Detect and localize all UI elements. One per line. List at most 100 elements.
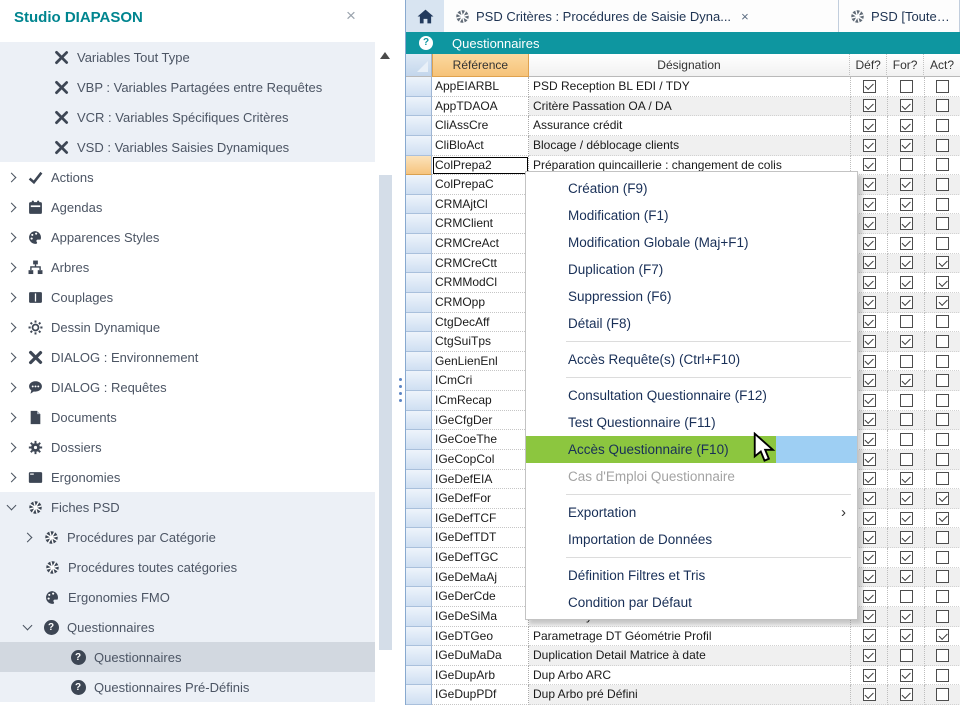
act-checkbox[interactable] [936,374,949,387]
row-selector[interactable] [406,214,432,234]
column-header-for[interactable]: For? [887,54,924,77]
reference-cell[interactable]: CtgSuiTps [432,332,529,352]
for-checkbox[interactable] [900,158,913,171]
def-checkbox[interactable] [863,99,876,112]
context-menu-item[interactable]: Suppression (F6) [526,283,857,310]
for-checkbox[interactable] [900,256,913,269]
row-selector[interactable] [406,587,432,607]
row-selector[interactable] [406,391,432,411]
act-checkbox[interactable] [936,492,949,505]
designation-cell[interactable]: Duplication Detail Matrice à date [529,646,851,666]
reference-cell[interactable]: GenLienEnl [432,352,529,372]
sidebar-item[interactable]: ?Questionnaires [0,612,375,642]
context-menu-item[interactable]: Définition Filtres et Tris [526,562,857,589]
context-menu-item[interactable]: Test Questionnaire (F11) [526,409,857,436]
def-checkbox[interactable] [863,531,876,544]
for-checkbox[interactable] [900,315,913,328]
reference-cell[interactable]: IGeDeSiMa [432,607,529,627]
act-checkbox[interactable] [936,472,949,485]
act-checkbox[interactable] [936,139,949,152]
for-checkbox[interactable] [900,178,913,191]
def-checkbox[interactable] [863,237,876,250]
act-checkbox[interactable] [936,158,949,171]
reference-cell[interactable]: CRMCreCtt [432,254,529,274]
reference-cell[interactable]: IGeDerCde [432,587,529,607]
reference-cell[interactable]: IGeDuMaDa [432,646,529,666]
row-selector[interactable] [406,371,432,391]
context-menu-item[interactable]: Importation de Données [526,526,857,553]
context-menu-item[interactable]: Modification (F1) [526,202,857,229]
reference-cell[interactable]: IGeCopCol [432,450,529,470]
reference-cell[interactable]: IGeDefTCF [432,509,529,529]
sidebar-item[interactable]: Dossiers [0,432,375,462]
def-checkbox[interactable] [863,335,876,348]
row-selector[interactable] [406,646,432,666]
sidebar-item[interactable]: Agendas [0,192,375,222]
def-checkbox[interactable] [863,629,876,642]
def-checkbox[interactable] [863,570,876,583]
for-checkbox[interactable] [900,119,913,132]
designation-cell[interactable]: Parametrage DT Géométrie Profil [529,627,851,647]
for-checkbox[interactable] [900,649,913,662]
for-checkbox[interactable] [900,139,913,152]
sidebar-item[interactable]: Documents [0,402,375,432]
context-menu-item[interactable]: Création (F9) [526,175,857,202]
sidebar-item[interactable]: DIALOG : Requêtes [0,372,375,402]
chevron-down-icon[interactable] [23,621,33,631]
scroll-up-icon[interactable] [380,52,390,59]
column-header-act[interactable]: Act? [924,54,960,77]
chevron-right-icon[interactable] [7,262,17,272]
reference-cell[interactable]: CliAssCre [432,116,529,136]
act-checkbox[interactable] [936,433,949,446]
for-checkbox[interactable] [900,217,913,230]
reference-cell[interactable]: IGeDeMaAj [432,568,529,588]
def-checkbox[interactable] [863,649,876,662]
def-checkbox[interactable] [863,413,876,426]
def-checkbox[interactable] [863,512,876,525]
context-menu-item[interactable]: Condition par Défaut [526,589,857,616]
chevron-right-icon[interactable] [7,232,17,242]
def-checkbox[interactable] [863,256,876,269]
act-checkbox[interactable] [936,590,949,603]
reference-cell[interactable]: CRMClient [432,214,529,234]
row-selector[interactable] [406,430,432,450]
act-checkbox[interactable] [936,335,949,348]
def-checkbox[interactable] [863,158,876,171]
sidebar-item[interactable]: Couplages [0,282,375,312]
row-selector[interactable] [406,666,432,686]
tab-close-icon[interactable]: × [741,9,749,24]
act-checkbox[interactable] [936,688,949,701]
chevron-right-icon[interactable] [7,412,17,422]
for-checkbox[interactable] [900,99,913,112]
row-selector[interactable] [406,411,432,431]
reference-cell[interactable]: CtgDecAff [432,313,529,333]
designation-cell[interactable]: Dup Arbo pré Défini [529,685,851,705]
for-checkbox[interactable] [900,237,913,250]
act-checkbox[interactable] [936,276,949,289]
sidebar-item[interactable]: Procédures par Catégorie [0,522,375,552]
row-selector[interactable] [406,293,432,313]
reference-cell[interactable]: CRMAjtCl [432,195,529,215]
chevron-right-icon[interactable] [7,202,17,212]
reference-cell[interactable]: CRMModCl [432,273,529,293]
def-checkbox[interactable] [863,492,876,505]
designation-cell[interactable]: Blocage / déblocage clients [529,136,851,156]
sidebar-item[interactable]: Ergonomies FMO [0,582,375,612]
chevron-right-icon[interactable] [7,442,17,452]
sidebar-item[interactable]: Procédures toutes catégories [0,552,375,582]
column-header-reference[interactable]: Référence [432,54,529,77]
for-checkbox[interactable] [900,394,913,407]
designation-cell[interactable]: Critère Passation OA / DA [529,97,851,117]
act-checkbox[interactable] [936,453,949,466]
def-checkbox[interactable] [863,80,876,93]
reference-cell[interactable]: CRMOpp [432,293,529,313]
def-checkbox[interactable] [863,217,876,230]
for-checkbox[interactable] [900,433,913,446]
def-checkbox[interactable] [863,276,876,289]
for-checkbox[interactable] [900,355,913,368]
help-icon[interactable]: ? [419,36,433,50]
reference-cell[interactable]: ICmCri [432,371,529,391]
row-selector[interactable] [406,254,432,274]
def-checkbox[interactable] [863,453,876,466]
def-checkbox[interactable] [863,551,876,564]
